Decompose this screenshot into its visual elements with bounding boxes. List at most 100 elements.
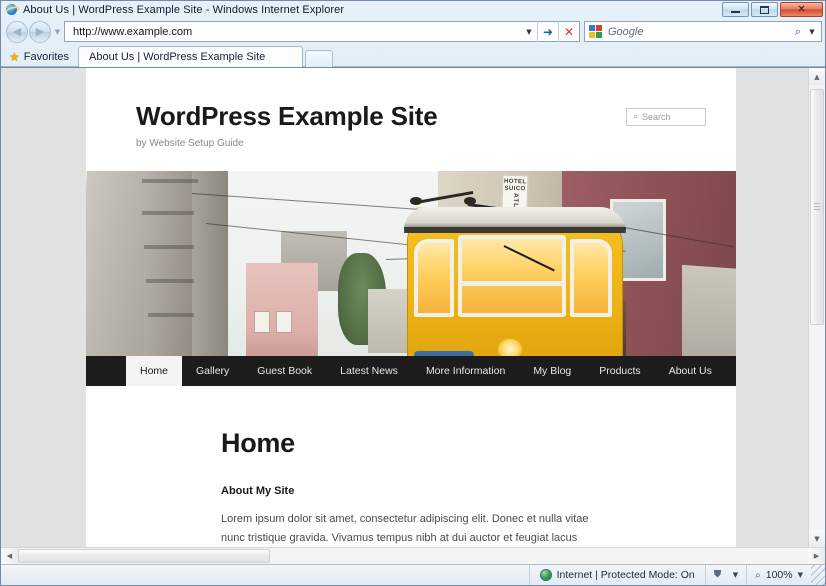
address-input[interactable]: http://www.example.com: [73, 26, 521, 38]
new-tab-button[interactable]: [305, 50, 334, 67]
stop-x-icon: ✕: [563, 24, 575, 39]
hero-ledge: [142, 178, 198, 183]
tram-pole-knob: [464, 196, 476, 205]
star-icon: ★: [9, 50, 20, 64]
vertical-scroll-track[interactable]: [809, 85, 825, 530]
horizontal-scroll-thumb[interactable]: [18, 549, 270, 563]
address-bar[interactable]: http://www.example.com ▼ ➜ ✕: [64, 21, 580, 42]
close-button[interactable]: ✕: [780, 2, 823, 17]
site-title[interactable]: WordPress Example Site: [136, 102, 438, 131]
chevron-down-icon: ▼: [732, 571, 739, 579]
security-zone-indicator[interactable]: Internet | Protected Mode: On: [528, 565, 705, 585]
window-titlebar: About Us | WordPress Example Site - Wind…: [1, 1, 825, 18]
hotel-sign-line1: HOTEL: [504, 178, 527, 185]
nav-label: About Us: [668, 364, 712, 377]
search-magnifier-icon[interactable]: ⌕: [790, 25, 806, 39]
tram-window-mullion: [458, 280, 566, 286]
scroll-thumb-grip: [814, 203, 820, 211]
internet-explorer-window: About Us | WordPress Example Site - Wind…: [0, 0, 826, 586]
site-branding: WordPress Example Site by Website Setup …: [136, 102, 438, 149]
site-tagline: by Website Setup Guide: [136, 137, 244, 149]
scroll-up-button[interactable]: ▲: [809, 68, 825, 85]
hero-window: [276, 310, 292, 333]
window-title: About Us | WordPress Example Site - Wind…: [23, 3, 345, 16]
browser-tab-active[interactable]: About Us | WordPress Example Site: [78, 46, 304, 67]
resize-grip[interactable]: [811, 565, 825, 585]
tab-bar: ★ Favorites About Us | WordPress Example…: [1, 45, 825, 67]
hero-ledge: [142, 210, 194, 215]
go-arrow-icon: ➜: [542, 24, 554, 39]
recent-pages-button[interactable]: ▼: [51, 28, 64, 36]
tram-stripe: [414, 350, 474, 356]
globe-icon: [539, 569, 552, 581]
stop-button[interactable]: ✕: [558, 21, 579, 42]
page-viewport: WordPress Example Site by Website Setup …: [1, 67, 825, 547]
nav-item-my-blog[interactable]: My Blog: [519, 356, 585, 386]
vertical-scroll-thumb[interactable]: [810, 89, 824, 325]
site-search-input[interactable]: ⌕ Search: [626, 108, 706, 126]
tram-window-right: [570, 238, 612, 317]
nav-item-gallery[interactable]: Gallery: [182, 356, 243, 386]
forward-button[interactable]: ▶: [29, 20, 51, 43]
nav-item-home[interactable]: Home: [126, 355, 183, 386]
nav-label: Latest News: [340, 364, 398, 377]
hero-building-left-3: [192, 170, 228, 356]
search-icon: ⌕: [633, 111, 639, 122]
nav-label: Products: [599, 364, 641, 377]
nav-item-about-us[interactable]: About Us: [655, 356, 726, 386]
zoom-control[interactable]: ⌕ 100% ▼: [746, 565, 811, 585]
forward-arrow-icon: ▶: [35, 25, 45, 38]
back-arrow-icon: ◀: [12, 25, 22, 38]
browser-search-box[interactable]: Google ⌕ ▼: [584, 21, 822, 42]
scroll-left-button[interactable]: ◀: [1, 548, 18, 564]
page-scroll-area: WordPress Example Site by Website Setup …: [1, 68, 808, 547]
nav-item-latest-news[interactable]: Latest News: [326, 356, 412, 386]
nav-label: Home: [140, 364, 169, 377]
scroll-right-button[interactable]: ▶: [808, 548, 825, 564]
google-logo-icon: [589, 24, 603, 39]
shield-icon: ⛊: [713, 569, 722, 580]
go-button[interactable]: ➜: [537, 21, 558, 42]
status-bar: Internet | Protected Mode: On ⛊ ▼ ⌕ 100%…: [1, 564, 825, 585]
back-button[interactable]: ◀: [6, 20, 28, 43]
nav-label: My Blog: [533, 364, 572, 377]
hero-ledge: [148, 312, 194, 317]
content-subheading: About My Site: [221, 484, 295, 497]
vertical-scrollbar[interactable]: ▲ ▼: [808, 68, 825, 547]
protected-mode-button[interactable]: ⛊ ▼: [704, 565, 746, 585]
content-paragraph: Lorem ipsum dolor sit amet, consectetur …: [221, 512, 589, 544]
hero-ledge: [146, 278, 194, 283]
close-icon: ✕: [797, 3, 806, 15]
zoom-level-label: 100%: [765, 569, 793, 581]
nav-label: Guest Book: [257, 364, 313, 377]
address-dropdown-button[interactable]: ▼: [521, 22, 537, 41]
zoom-icon: ⌕: [755, 569, 761, 581]
hero-building-pink: [246, 262, 318, 356]
tram-pole-knob: [410, 196, 422, 205]
page-title: Home: [221, 427, 295, 458]
nav-item-more-information[interactable]: More Information: [412, 356, 519, 386]
restore-button[interactable]: [751, 2, 778, 17]
ie-logo-icon: [3, 3, 21, 18]
horizontal-scroll-track[interactable]: [18, 548, 808, 564]
favorites-label: Favorites: [23, 51, 70, 63]
horizontal-scrollbar[interactable]: ◀ ▶: [1, 547, 825, 564]
search-provider-dropdown[interactable]: ▼: [806, 28, 818, 36]
tab-title: About Us | WordPress Example Site: [89, 51, 266, 63]
nav-item-products[interactable]: Products: [585, 356, 654, 386]
chevron-down-icon: ▼: [797, 571, 803, 579]
website-container: WordPress Example Site by Website Setup …: [86, 68, 736, 547]
nav-item-guest-book[interactable]: Guest Book: [243, 356, 326, 386]
minimize-button[interactable]: [722, 2, 749, 17]
browser-toolbar: ◀ ▶ ▼ http://www.example.com ▼ ➜ ✕ Googl…: [1, 18, 825, 45]
tram-headlight: [496, 336, 524, 356]
window-controls: ✕: [722, 2, 823, 17]
favorites-button[interactable]: ★ Favorites: [7, 47, 78, 67]
scroll-down-button[interactable]: ▼: [809, 530, 825, 547]
tram-window-left: [414, 238, 454, 317]
security-zone-label: Internet | Protected Mode: On: [556, 569, 695, 581]
tram-illustration: [404, 190, 640, 356]
nav-label: More Information: [425, 364, 506, 377]
tram-window-front: [458, 234, 566, 317]
browser-search-input[interactable]: Google: [608, 26, 790, 38]
